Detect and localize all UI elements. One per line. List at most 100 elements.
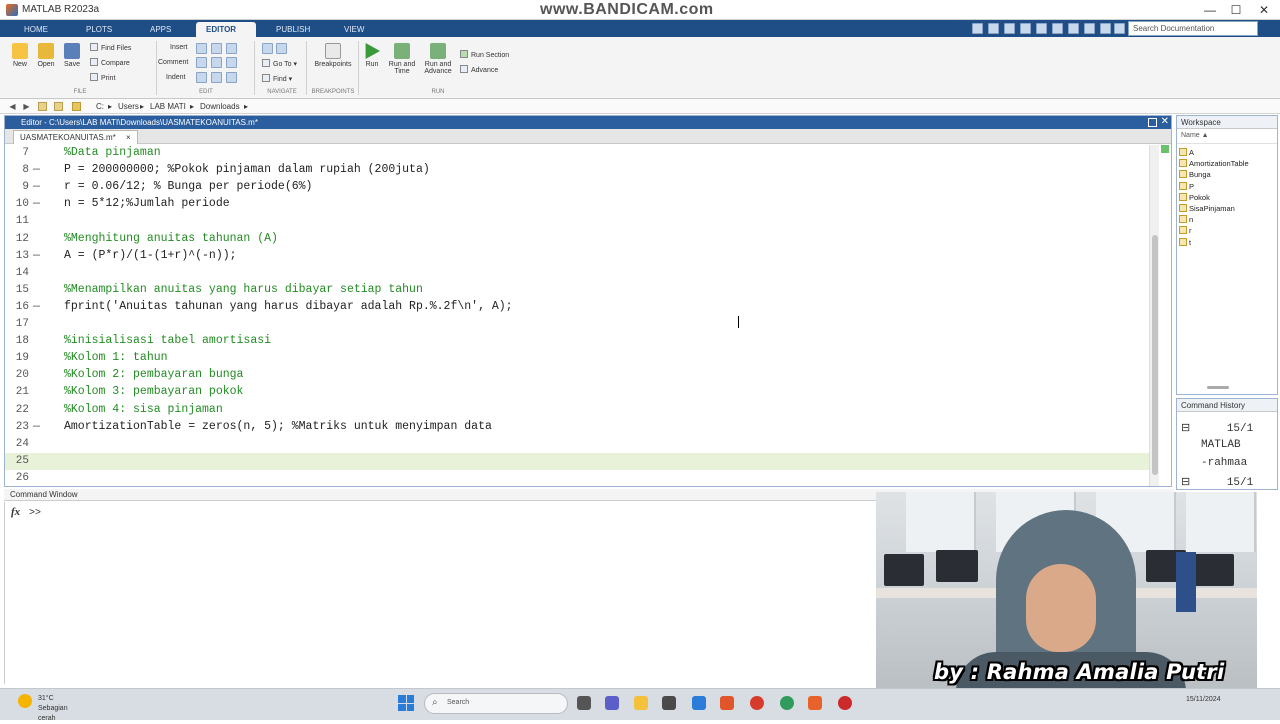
line-number[interactable]: 25 <box>5 455 29 467</box>
uncomment-icon[interactable] <box>226 57 237 69</box>
redo-quick-icon[interactable] <box>1052 23 1063 34</box>
code-line[interactable]: 16 — fprint('Anuitas tahunan yang harus di… <box>5 299 1155 316</box>
back-icon[interactable]: ◀ <box>8 102 17 111</box>
line-number[interactable]: 12 <box>5 233 29 245</box>
forward-icon[interactable]: ▶ <box>22 102 31 111</box>
code-text[interactable]: fprint('Anuitas tahunan yang harus dibay… <box>64 300 513 313</box>
save-quick-icon[interactable] <box>972 23 983 34</box>
code-line[interactable]: 18 %inisialisasi tabel amortisasi <box>5 333 1155 350</box>
code-line[interactable]: 26 <box>5 470 1155 487</box>
workspace-variable[interactable]: P <box>1179 181 1194 192</box>
workspace-variable[interactable]: SisaPinjaman <box>1179 203 1235 214</box>
workspace-hscroll[interactable] <box>1207 386 1229 389</box>
line-number[interactable]: 10 <box>5 198 29 210</box>
code-line[interactable]: 10 — n = 5*12;%Jumlah periode <box>5 196 1155 213</box>
search-documentation-input[interactable]: Search Documentation <box>1128 21 1258 36</box>
workspace-variable[interactable]: A <box>1179 147 1194 158</box>
line-breakpoint-marker[interactable]: — <box>33 163 41 176</box>
code-line[interactable]: 15 %Menampilkan anuitas yang harus dibaya… <box>5 282 1155 299</box>
undo-quick-icon[interactable] <box>1036 23 1047 34</box>
line-number[interactable]: 9 <box>5 181 29 193</box>
code-line[interactable]: 24 <box>5 436 1155 453</box>
code-text[interactable]: A = (P*r)/(1-(1+r)^(-n)); <box>64 249 237 262</box>
workspace-variable[interactable]: r <box>1179 225 1192 236</box>
editor-file-tab[interactable]: UASMATEKOANUITAS.m* × <box>13 130 138 144</box>
code-line[interactable]: 9 — r = 0.06/12; % Bunga per periode(6%) <box>5 179 1155 196</box>
line-number[interactable]: 18 <box>5 335 29 347</box>
line-number[interactable]: 15 <box>5 284 29 296</box>
line-breakpoint-marker[interactable]: — <box>33 180 41 193</box>
format-icon[interactable] <box>226 43 237 54</box>
go-back-icon[interactable] <box>262 43 273 54</box>
decrease-indent-icon[interactable] <box>226 71 237 83</box>
run-section-button[interactable]: Run Section <box>460 50 509 60</box>
copy-quick-icon[interactable] <box>1004 23 1015 34</box>
find-files-button[interactable]: Find Files <box>90 43 131 53</box>
code-line[interactable]: 22 %Kolom 4: sisa pinjaman <box>5 402 1155 419</box>
teams-chat-icon[interactable] <box>605 696 619 710</box>
code-analyzer-status-icon[interactable] <box>1161 145 1169 153</box>
file-explorer-icon[interactable] <box>634 696 648 710</box>
code-line[interactable]: 19 %Kolom 1: tahun <box>5 350 1155 367</box>
maximize-button[interactable]: ☐ <box>1226 2 1246 18</box>
code-line[interactable]: 12 %Menghitung anuitas tahunan (A) <box>5 231 1155 248</box>
go-to-button[interactable]: Go To ▾ <box>262 59 297 69</box>
line-breakpoint-marker[interactable]: — <box>33 420 41 433</box>
line-breakpoint-marker[interactable]: — <box>33 197 41 210</box>
tab-plots[interactable]: PLOTS <box>76 22 122 37</box>
code-text[interactable]: %Kolom 4: sisa pinjaman <box>64 403 223 416</box>
scrollbar-thumb[interactable] <box>1152 235 1158 475</box>
code-line[interactable]: 21 %Kolom 3: pembayaran pokok <box>5 384 1155 401</box>
comment-percent-icon[interactable] <box>196 57 207 69</box>
line-breakpoint-marker[interactable]: — <box>33 249 41 262</box>
workspace-variable[interactable]: t <box>1179 237 1191 248</box>
line-number[interactable]: 19 <box>5 352 29 364</box>
run-and-time-button[interactable]: Run and Time <box>388 43 416 75</box>
code-text[interactable]: %Menampilkan anuitas yang harus dibayar … <box>64 283 423 296</box>
code-line[interactable]: 13 — A = (P*r)/(1-(1+r)^(-n)); <box>5 248 1155 265</box>
history-entry[interactable]: ⊟ 15/1 <box>1181 421 1253 435</box>
workspace-variable[interactable]: Bunga <box>1179 169 1211 180</box>
code-text[interactable]: r = 0.06/12; % Bunga per periode(6%) <box>64 180 312 193</box>
code-line[interactable]: 25 <box>5 452 1155 470</box>
line-number[interactable]: 8 <box>5 164 29 176</box>
breadcrumb-drive[interactable]: C: <box>96 102 104 111</box>
code-text[interactable]: AmortizationTable = zeros(n, 5); %Matrik… <box>64 420 492 433</box>
find-button[interactable]: Find ▾ <box>262 74 292 84</box>
run-and-advance-button[interactable]: Run and Advance <box>422 43 454 75</box>
switch-windows-quick-icon[interactable] <box>1068 23 1079 34</box>
tab-publish[interactable]: PUBLISH <box>266 22 320 37</box>
fx-icon[interactable]: fx <box>11 506 20 518</box>
fx-icon[interactable] <box>211 43 222 54</box>
code-line[interactable]: 14 <box>5 265 1155 282</box>
workspace-variable[interactable]: Pokok <box>1179 192 1210 203</box>
help-quick-icon[interactable] <box>1100 23 1111 34</box>
advance-button[interactable]: Advance <box>460 65 498 75</box>
indent-button[interactable]: Indent <box>166 73 185 83</box>
line-number[interactable]: 11 <box>5 215 29 227</box>
line-number[interactable]: 26 <box>5 472 29 484</box>
breadcrumb-users[interactable]: Users <box>118 102 139 111</box>
breakpoints-button[interactable]: Breakpoints <box>310 43 356 68</box>
history-entry[interactable]: ⊟ 15/1 <box>1181 475 1253 489</box>
code-area[interactable]: 7 %Data pinjaman 8 — P = 200000000; %Pokok p… <box>5 145 1155 486</box>
wrap-comments-icon[interactable] <box>211 57 222 69</box>
mail-icon[interactable] <box>692 696 706 710</box>
line-number[interactable]: 16 <box>5 301 29 313</box>
history-entry[interactable]: -rahmaa <box>1201 457 1247 469</box>
new-button[interactable]: New <box>8 43 32 68</box>
layout-quick-icon[interactable] <box>1084 23 1095 34</box>
matlab-taskbar-icon[interactable] <box>808 696 822 710</box>
code-text[interactable]: %Menghitung anuitas tahunan (A) <box>64 232 278 245</box>
code-text[interactable]: %Kolom 1: tahun <box>64 351 168 364</box>
tab-home[interactable]: HOME <box>14 22 58 37</box>
run-button[interactable]: Run <box>362 43 382 68</box>
line-number[interactable]: 7 <box>5 147 29 159</box>
code-line[interactable]: 20 %Kolom 2: pembayaran bunga <box>5 367 1155 384</box>
compare-button[interactable]: Compare <box>90 58 130 68</box>
code-text[interactable]: n = 5*12;%Jumlah periode <box>64 197 230 210</box>
code-text[interactable]: %inisialisasi tabel amortisasi <box>64 334 271 347</box>
paste-quick-icon[interactable] <box>1020 23 1031 34</box>
code-line[interactable]: 11 <box>5 213 1155 230</box>
close-button[interactable]: ✕ <box>1254 2 1274 18</box>
